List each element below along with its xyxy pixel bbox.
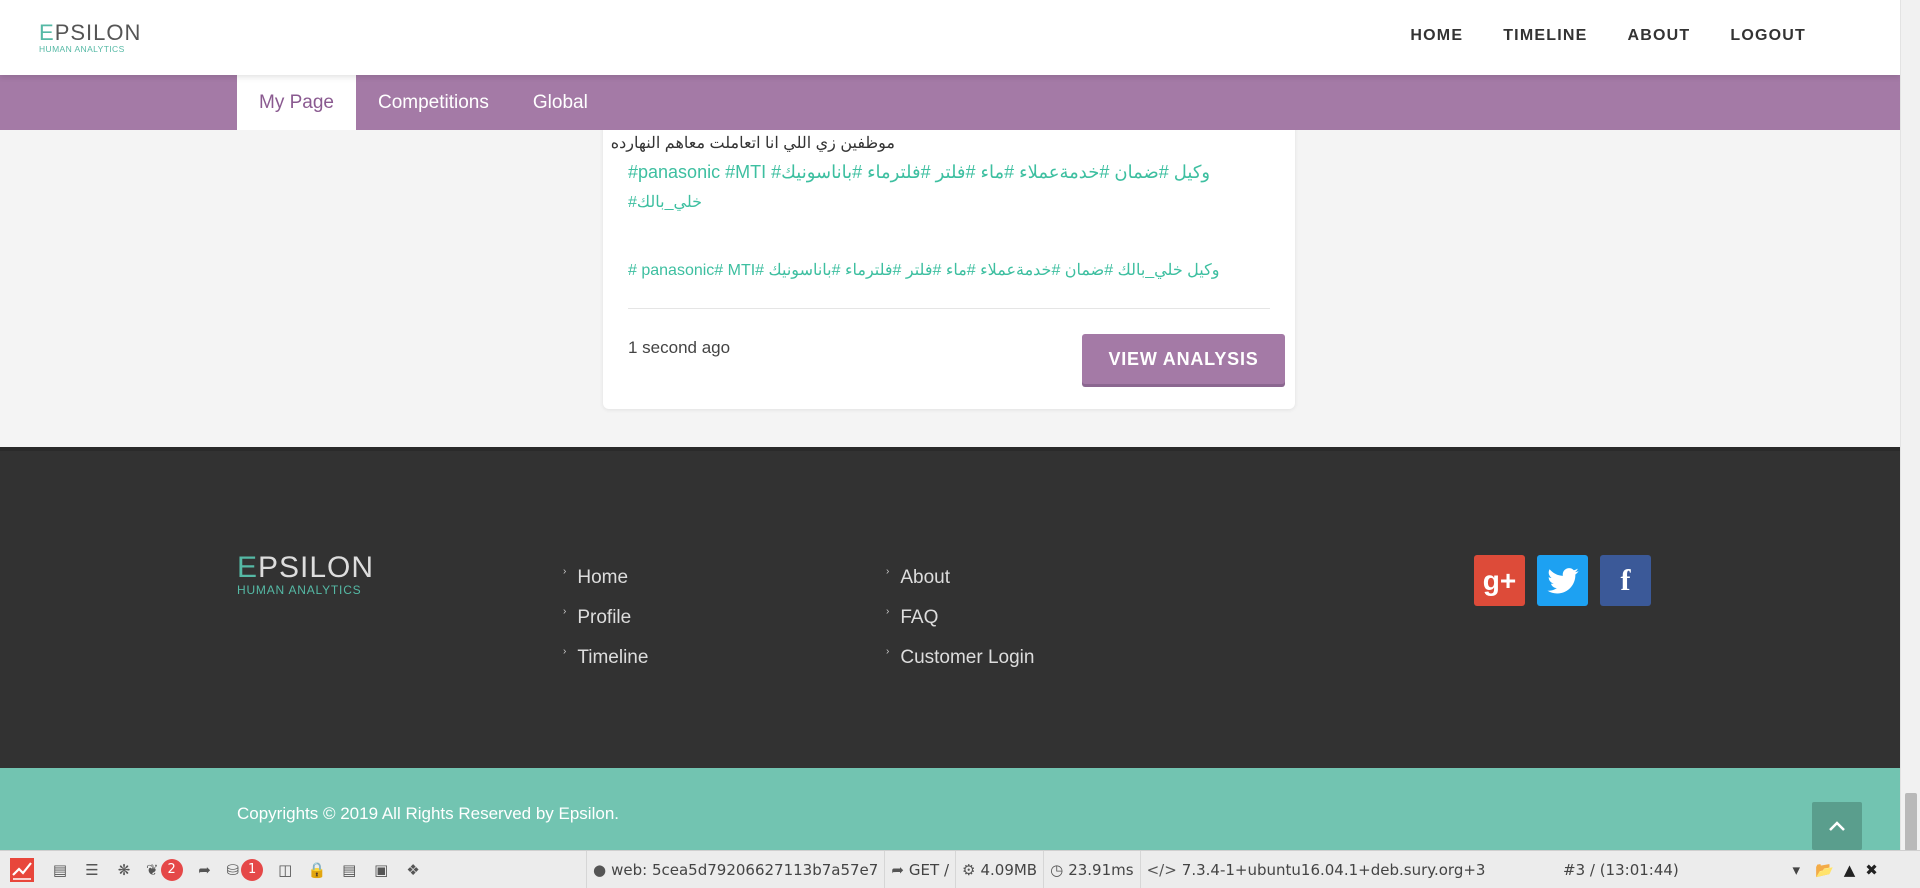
facebook-icon[interactable]: f: [1600, 555, 1651, 606]
page: EPSILON HUMAN ANALYTICS HOME TIMELINE AB…: [0, 0, 1900, 888]
main-nav: HOME TIMELINE ABOUT LOGOUT: [1410, 27, 1806, 45]
chevron-right-icon: ›: [886, 645, 890, 657]
view-analysis-button[interactable]: VIEW ANALYSIS: [1082, 334, 1285, 384]
debug-toolbar: ▤ ☰ ❋ ❦ 2 ➦ ⛁ 1 ◫ 🔒 ▤ ▣ ❖ ● web: 5cea5d7920…: [0, 850, 1920, 888]
cogs-icon: ⚙: [962, 861, 976, 879]
footer-links-col2: › About › FAQ › Customer Login: [886, 558, 1034, 678]
card-divider: [628, 308, 1270, 309]
request-archive-icon[interactable]: ▣: [365, 851, 397, 888]
nav-timeline[interactable]: TIMELINE: [1503, 27, 1587, 45]
chevron-right-icon: ›: [563, 645, 567, 657]
back-to-top-button[interactable]: [1812, 802, 1862, 850]
footer-link-faq[interactable]: › FAQ: [886, 598, 1034, 638]
debugbar-time[interactable]: ◷ 23.91ms: [1043, 851, 1139, 888]
footer-link-customer-login[interactable]: › Customer Login: [886, 638, 1034, 678]
chevron-right-icon: ›: [563, 565, 567, 577]
post-text: موظفين زي اللي انا اتعاملت معاهم النهارد…: [610, 135, 895, 152]
chevron-right-icon: ›: [886, 565, 890, 577]
tags-icon[interactable]: ❖: [397, 851, 429, 888]
nav-about[interactable]: ABOUT: [1627, 27, 1690, 45]
copyright-bar: Copyrights © 2019 All Rights Reserved by…: [0, 768, 1900, 850]
post-hashtags[interactable]: #panasonic #MTI #وكيل #ضمان #خدمةعملاء #…: [628, 162, 1210, 183]
views-count-badge: 2: [160, 859, 183, 881]
clock-icon: ◷: [1050, 861, 1064, 879]
twitter-icon[interactable]: [1537, 555, 1588, 606]
request-history-select[interactable]: #3 / (13:01:44) ▾: [1553, 856, 1808, 884]
sub-nav: My Page Competitions Global: [0, 75, 1900, 130]
copyright-text: Copyrights © 2019 All Rights Reserved by…: [237, 804, 619, 823]
route-share-icon[interactable]: ➦: [189, 851, 221, 888]
debugbar-route[interactable]: ➦ GET /: [884, 851, 955, 888]
nav-logout[interactable]: LOGOUT: [1730, 27, 1806, 45]
tab-competitions[interactable]: Competitions: [356, 75, 511, 130]
site-logo[interactable]: EPSILON HUMAN ANALYTICS: [39, 22, 141, 54]
footer-link-profile[interactable]: › Profile: [563, 598, 648, 638]
site-footer: EPSILON HUMAN ANALYTICS › Home › Profile ›…: [0, 447, 1900, 768]
google-plus-icon[interactable]: g+: [1474, 555, 1525, 606]
tab-global[interactable]: Global: [511, 75, 610, 130]
footer-link-about[interactable]: › About: [886, 558, 1034, 598]
views-leaf-icon[interactable]: ❦ 2: [140, 851, 189, 888]
mails-inbox-icon[interactable]: ◫: [269, 851, 301, 888]
nav-home[interactable]: HOME: [1410, 27, 1463, 45]
footer-link-home[interactable]: › Home: [563, 558, 648, 598]
footer-logo[interactable]: EPSILON HUMAN ANALYTICS: [237, 553, 374, 597]
exceptions-bug-icon[interactable]: ❋: [108, 851, 140, 888]
auth-lock-icon[interactable]: 🔒: [301, 851, 333, 888]
debugbar-memory[interactable]: ⚙ 4.09MB: [955, 851, 1043, 888]
page-scrollbar[interactable]: [1900, 0, 1920, 888]
debugbar-user[interactable]: ● web: 5cea5d79206627113b7a57e7: [586, 851, 884, 888]
minimize-icon[interactable]: ▲: [1844, 861, 1856, 879]
debugbar-php-version[interactable]: </> 7.3.4-1+ubuntu16.04.1+deb.sury.org+3: [1139, 851, 1492, 888]
site-header: EPSILON HUMAN ANALYTICS HOME TIMELINE AB…: [0, 0, 1900, 75]
caret-down-icon: ▾: [1792, 861, 1800, 879]
queries-count-badge: 1: [241, 859, 264, 881]
code-icon: </>: [1146, 861, 1177, 879]
post-hashtags-summary[interactable]: # panasonic# MTI# وكيل خلي_بالك #ضمان #خ…: [628, 260, 1219, 280]
chevron-right-icon: ›: [563, 605, 567, 617]
scrollbar-thumb[interactable]: [1905, 793, 1917, 851]
post-hashtags-cont[interactable]: #خلي_بالك: [628, 192, 702, 212]
open-folder-icon[interactable]: 📂: [1815, 861, 1834, 879]
footer-link-timeline[interactable]: › Timeline: [563, 638, 648, 678]
post-timestamp: 1 second ago: [628, 338, 731, 357]
share-icon: ➦: [891, 861, 904, 879]
chevron-up-icon: [1829, 821, 1845, 831]
messages-icon[interactable]: ▤: [44, 851, 76, 888]
close-icon[interactable]: ✖: [1865, 861, 1878, 879]
footer-links-col1: › Home › Profile › Timeline: [563, 558, 648, 678]
chevron-right-icon: ›: [886, 605, 890, 617]
debugbar-logo-icon[interactable]: [0, 851, 44, 888]
queries-database-icon[interactable]: ⛁ 1: [221, 851, 270, 888]
session-icon[interactable]: ▤: [333, 851, 365, 888]
tab-my-page[interactable]: My Page: [237, 75, 356, 130]
social-links: g+ f: [1474, 555, 1651, 606]
timeline-icon[interactable]: ☰: [76, 851, 108, 888]
user-icon: ●: [593, 861, 607, 879]
post-card: موظفين زي اللي انا اتعاملت معاهم النهارد…: [603, 110, 1295, 409]
